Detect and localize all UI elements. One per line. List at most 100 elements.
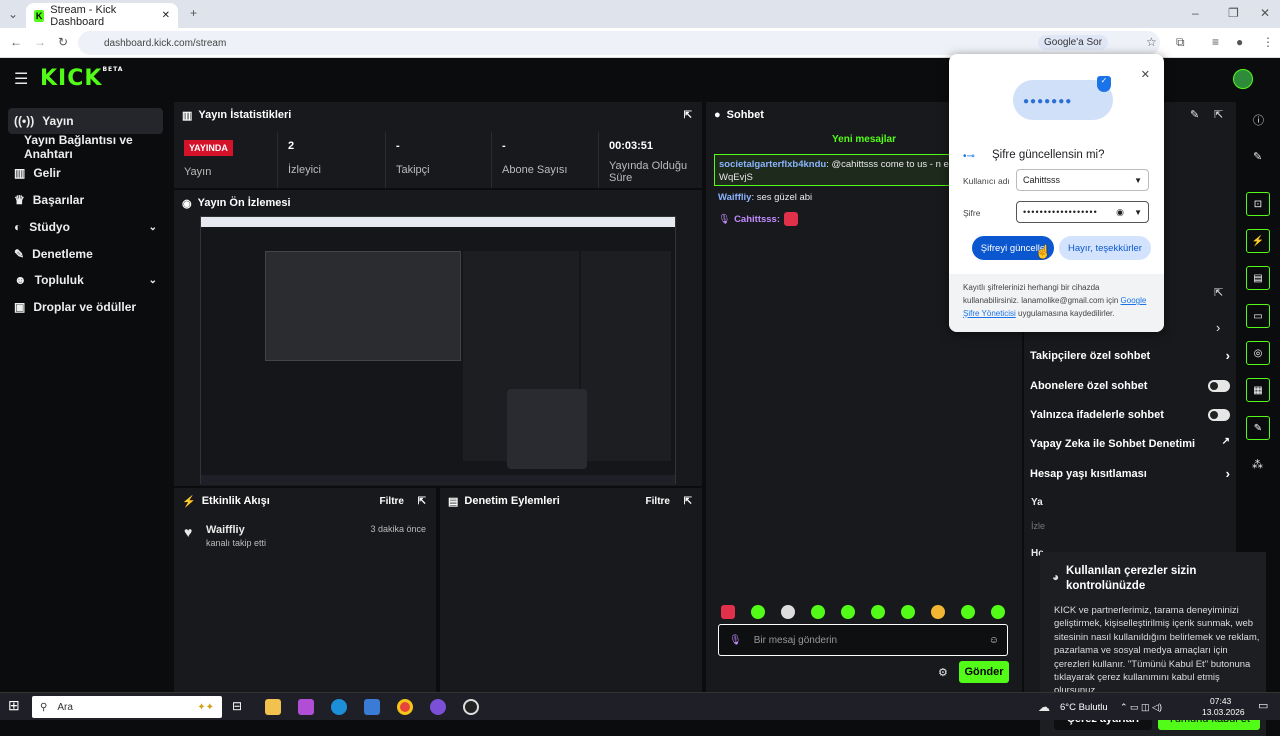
emote-icon[interactable] (961, 605, 975, 619)
hamburger-menu-icon[interactable]: ☰ (14, 69, 28, 89)
rail-wrench-icon[interactable]: ✎ (1246, 416, 1270, 440)
emoji-icon[interactable]: ☺ (989, 635, 999, 646)
rail-broadcast-icon[interactable]: ◎ (1246, 341, 1270, 365)
info-icon[interactable]: ⓘ (1253, 112, 1264, 128)
popout-icon[interactable]: ⇱ (684, 496, 692, 507)
emote-icon[interactable] (721, 605, 735, 619)
event-user[interactable]: Waiffliy (206, 524, 245, 536)
kick-logo[interactable]: KICKBETA (40, 66, 123, 91)
user-avatar[interactable] (1233, 69, 1253, 89)
chat-settings-gear-icon[interactable]: ⚙ (938, 666, 948, 679)
emote-icon[interactable] (991, 605, 1005, 619)
chat-username[interactable]: Cahittsss: (734, 214, 780, 225)
search-icon: ⚲ (40, 701, 48, 713)
profile-avatar-icon[interactable]: ● (1236, 35, 1243, 49)
sidebar-item-stream-key[interactable]: Yayın Bağlantısı ve Anahtarı (18, 133, 168, 161)
stream-preview-video[interactable] (200, 216, 676, 485)
notification-icon[interactable]: ▭ (1258, 699, 1268, 712)
minimize-icon[interactable]: – (1192, 6, 1199, 20)
send-button[interactable]: Gönder (959, 661, 1009, 683)
task-view-icon[interactable]: ⊟ (232, 699, 248, 715)
maximize-icon[interactable]: ❐ (1228, 6, 1239, 20)
emote-icon[interactable] (841, 605, 855, 619)
clock-time[interactable]: 07:43 (1210, 696, 1231, 706)
emote-icon[interactable] (751, 605, 765, 619)
shield-check-icon: ✓ (1097, 76, 1111, 92)
sidebar-item-topluluk[interactable]: ☻ Topluluk ⌄ (8, 267, 163, 293)
chat-input[interactable]: 🎙 Bir mesaj gönderin ☺ (718, 624, 1008, 656)
extensions-icon[interactable]: ⧉ (1176, 35, 1185, 50)
sidebar-item-droplar[interactable]: ▣ Droplar ve ödüller (8, 294, 163, 320)
emote-icon[interactable] (871, 605, 885, 619)
reading-list-icon[interactable]: ≡ (1212, 35, 1219, 49)
app-icon[interactable] (430, 699, 446, 715)
eye-icon[interactable]: ◉ (1116, 207, 1124, 218)
pen-icon[interactable]: ✎ (1253, 150, 1262, 163)
setting-followers-only[interactable]: Takipçilere özel sohbet › (1030, 348, 1230, 363)
emote-icon[interactable] (811, 605, 825, 619)
rail-users-icon[interactable]: ⁂ (1252, 458, 1263, 471)
menu-dots-icon[interactable]: ⋮ (1262, 35, 1274, 49)
event-time: 3 dakika önce (370, 524, 426, 534)
setting-account-age[interactable]: Hesap yaşı kısıtlaması › (1030, 466, 1230, 481)
edge-icon[interactable] (331, 699, 347, 715)
chevron-right-icon[interactable]: › (1216, 320, 1220, 335)
emotes-only-toggle[interactable] (1208, 409, 1230, 421)
kick-favicon-icon: K (34, 9, 45, 22)
edit-icon[interactable]: ✎ (1190, 108, 1199, 121)
chat-username[interactable]: societalgarterflxb4kndu (719, 159, 826, 170)
chat-username[interactable]: Waiffliy (718, 192, 751, 203)
bookmark-star-icon[interactable]: ☆ (1146, 35, 1157, 49)
mod-filter-button[interactable]: Filtre (646, 496, 670, 507)
tab-list-icon[interactable]: ⌄ (8, 7, 18, 21)
windows-start-icon[interactable]: ⊞ (8, 697, 20, 714)
emote-icon[interactable] (931, 605, 945, 619)
forward-icon[interactable]: → (34, 35, 46, 49)
google-ask-button[interactable]: Google'a Sor (1038, 35, 1109, 50)
store-icon[interactable] (364, 699, 380, 715)
rail-chat-icon[interactable]: ▭ (1246, 304, 1270, 328)
tray-icons[interactable]: ⌃ ▭ ◫ ◁) (1120, 702, 1162, 713)
close-tab-icon[interactable]: ✕ (162, 10, 170, 21)
activity-filter-button[interactable]: Filtre (380, 496, 404, 507)
username-select[interactable]: Cahittsss ▼ (1016, 169, 1149, 191)
popout-icon[interactable]: ⇱ (1214, 108, 1223, 121)
setting-emotes-only[interactable]: Yalnızca ifadelerle sohbet (1030, 409, 1230, 421)
reload-icon[interactable]: ↻ (58, 35, 68, 49)
weather-icon: ☁ (1038, 700, 1050, 714)
close-icon[interactable]: ✕ (1141, 68, 1150, 81)
taskbar-search[interactable]: ⚲ Ara ✦✦ (32, 696, 222, 718)
password-field[interactable]: •••••••••••••••••• ◉ ▼ (1016, 201, 1149, 223)
copilot-icon[interactable] (298, 699, 314, 715)
no-thanks-button[interactable]: Hayır, teşekkürler (1059, 236, 1151, 260)
obs-icon[interactable] (463, 699, 479, 715)
sidebar-item-denetleme[interactable]: ✎ Denetleme (8, 241, 163, 267)
dialog-title: Şifre güncellensin mi? (992, 149, 1105, 161)
back-icon[interactable]: ← (10, 35, 22, 49)
bolt-icon: ⚡ (182, 495, 196, 508)
popout-icon[interactable]: ⇱ (1214, 286, 1223, 299)
rail-layout-icon[interactable]: ▦ (1246, 378, 1270, 402)
browser-tab[interactable]: K Stream - Kick Dashboard ✕ (26, 3, 178, 28)
chrome-icon[interactable] (397, 699, 413, 715)
rail-document-icon[interactable]: ▤ (1246, 266, 1270, 290)
file-explorer-icon[interactable] (265, 699, 281, 715)
sidebar-item-gelir[interactable]: ▥ Gelir (8, 160, 163, 186)
subscribers-only-toggle[interactable] (1208, 380, 1230, 392)
weather-text[interactable]: 6°C Bulutlu (1060, 702, 1108, 713)
new-tab-icon[interactable]: + (190, 6, 197, 20)
rail-capture-icon[interactable]: ⊡ (1246, 192, 1270, 216)
setting-ai-moderation[interactable]: Yapay Zeka ile Sohbet Denetimi ↗ (1030, 436, 1230, 450)
rail-bolt-icon[interactable]: ⚡ (1246, 229, 1270, 253)
close-window-icon[interactable]: ✕ (1260, 6, 1270, 20)
emote-icon[interactable] (901, 605, 915, 619)
emote-icon[interactable] (781, 605, 795, 619)
popout-icon[interactable]: ⇱ (418, 496, 426, 507)
sidebar-item-studyo[interactable]: ◐ Stüdyo ⌄ (8, 214, 163, 240)
url-field[interactable]: dashboard.kick.com/stream Google'a Sor (78, 31, 1160, 55)
clock-date[interactable]: 13.03.2026 (1202, 707, 1245, 717)
popout-icon[interactable]: ⇱ (684, 110, 692, 121)
sidebar-item-yayin[interactable]: ((•)) Yayın (8, 108, 163, 134)
sidebar-item-basarilar[interactable]: ♛ Başarılar (8, 187, 163, 213)
setting-subscribers-only[interactable]: Abonelere özel sohbet (1030, 380, 1230, 392)
